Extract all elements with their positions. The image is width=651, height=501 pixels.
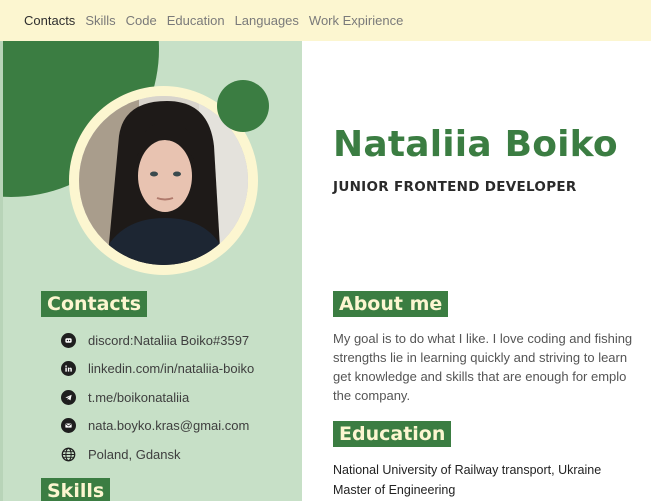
email-icon — [61, 418, 76, 434]
nav-link-code[interactable]: Code — [126, 13, 157, 28]
telegram-icon — [61, 389, 76, 405]
about-line: the company. — [333, 388, 411, 403]
contact-list: discord:Nataliia Boiko#3597 linkedin.com… — [61, 326, 254, 469]
top-nav: Contacts Skills Code Education Languages… — [0, 0, 651, 41]
nav-link-skills[interactable]: Skills — [85, 13, 115, 28]
contact-text: Poland, Gdansk — [88, 446, 181, 462]
about-line: get knowledge and skills that are enough… — [333, 369, 627, 384]
contact-telegram[interactable]: t.me/boikonataliia — [61, 383, 254, 412]
nav-link-contacts[interactable]: Contacts — [24, 13, 75, 28]
contact-text: t.me/boikonataliia — [88, 389, 190, 405]
globe-icon — [61, 447, 76, 462]
contact-text: linkedin.com/in/nataliia-boiko — [88, 361, 255, 377]
about-line: My goal is to do what I like. I love cod… — [333, 331, 633, 346]
education-university: National University of Railway transport… — [333, 463, 602, 477]
about-heading: About me — [333, 291, 449, 317]
sidebar: Contacts discord:Nataliia Boiko#3597 lin… — [0, 41, 302, 501]
contact-email[interactable]: nata.boyko.kras@gmai.com — [61, 412, 254, 441]
about-line: strengths lie in learning quickly and st… — [333, 350, 628, 365]
contacts-heading: Contacts — [41, 291, 148, 317]
contact-linkedin[interactable]: linkedin.com/in/nataliia-boiko — [61, 355, 254, 384]
nav-link-languages[interactable]: Languages — [235, 13, 299, 28]
discord-icon — [61, 332, 76, 348]
linkedin-icon — [61, 361, 76, 377]
nav-link-work-experience[interactable]: Work Expirience — [309, 13, 403, 28]
person-name: Nataliia Boiko — [333, 124, 618, 165]
skills-heading: Skills — [41, 478, 111, 501]
contact-text: nata.boyko.kras@gmai.com — [88, 418, 250, 434]
education-entry: National University of Railway transport… — [333, 460, 651, 500]
job-title: JUNIOR FRONTEND DEVELOPER — [333, 179, 577, 195]
education-heading: Education — [333, 421, 452, 447]
main-content: Nataliia Boiko JUNIOR FRONTEND DEVELOPER… — [302, 41, 651, 501]
about-text: My goal is to do what I like. I love cod… — [333, 329, 651, 405]
contact-discord[interactable]: discord:Nataliia Boiko#3597 — [61, 326, 254, 355]
contact-text: discord:Nataliia Boiko#3597 — [88, 332, 250, 348]
education-degree: Master of Engineering — [333, 483, 456, 497]
nav-link-education[interactable]: Education — [167, 13, 225, 28]
decorative-small-circle — [217, 80, 269, 132]
contact-location: Poland, Gdansk — [61, 440, 254, 469]
